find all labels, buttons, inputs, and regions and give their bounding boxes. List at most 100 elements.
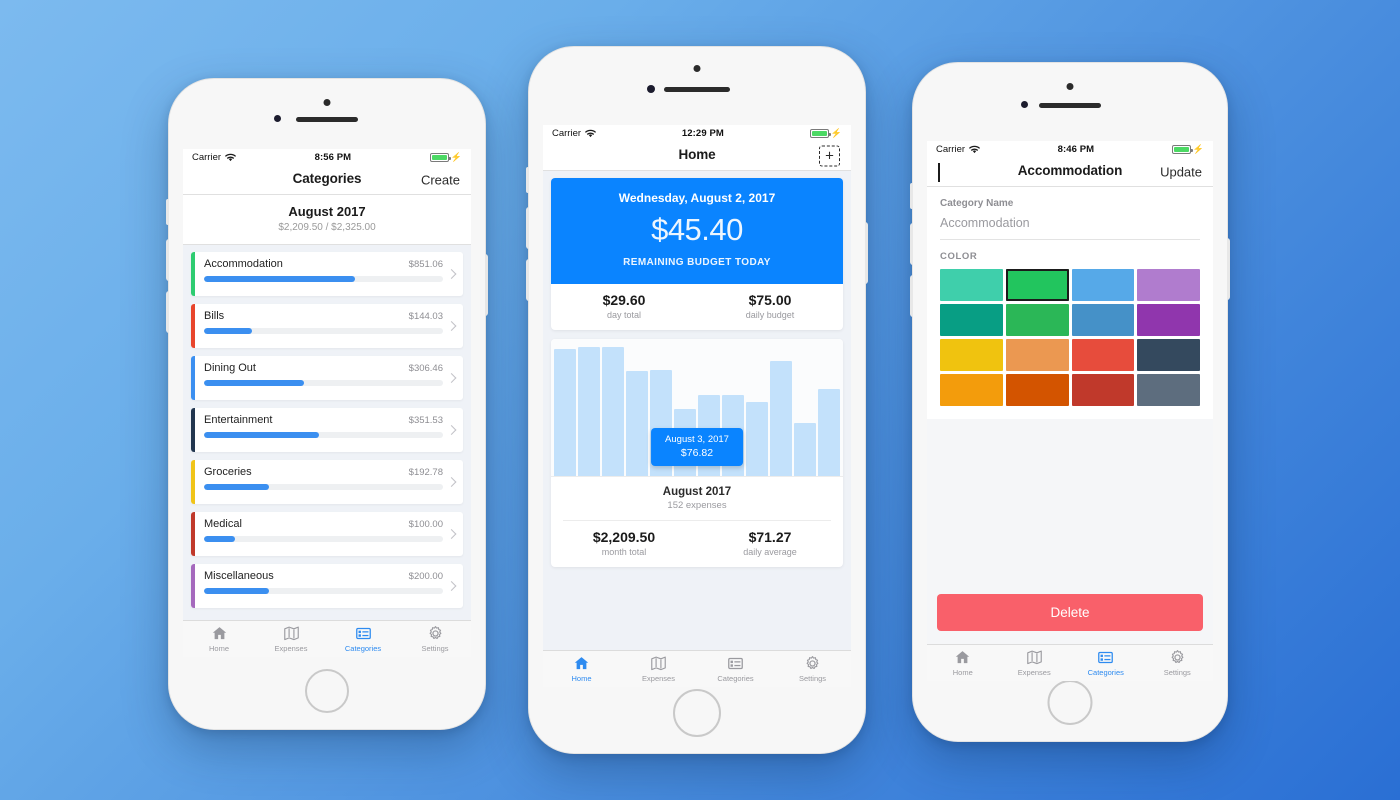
delete-button[interactable]: Delete [937,594,1203,631]
map-icon [651,656,666,671]
category-list[interactable]: Accommodation $851.06 Bills $144.03 Dini… [183,245,471,620]
category-row[interactable]: Accommodation $851.06 [191,252,463,296]
color-swatch[interactable] [1005,374,1069,406]
color-swatch[interactable] [940,374,1003,406]
create-button[interactable]: Create [421,172,460,187]
tab-home[interactable]: Home [543,655,620,683]
proximity-sensor [274,115,281,122]
tab-label: Expenses [642,674,675,683]
day-total-label: day total [606,310,642,320]
color-swatch[interactable] [940,304,1003,336]
chart-bar[interactable] [794,422,816,476]
tab-categories[interactable]: Categories [1070,649,1142,677]
category-form: Category Name Accommodation COLOR [927,187,1213,419]
home-icon [212,627,226,640]
tab-label: Categories [1087,668,1124,677]
tab-settings[interactable]: Settings [399,625,471,653]
stat-daily-budget: $75.00 daily budget [697,292,843,320]
chart-bar[interactable] [554,348,576,476]
battery-icon [1171,145,1193,154]
back-button[interactable] [938,162,940,182]
volume-up-button[interactable] [166,239,169,281]
chart-bar[interactable] [602,347,624,476]
color-swatch[interactable] [1071,339,1135,371]
add-expense-icon[interactable]: + [819,145,840,166]
update-button[interactable]: Update [1160,164,1202,179]
tab-settings[interactable]: Settings [1142,649,1214,677]
tab-categories[interactable]: Categories [327,625,399,653]
tooltip-date: August 3, 2017 [665,434,729,446]
color-swatch[interactable] [1005,304,1069,336]
expense-bar-chart[interactable]: August 3, 2017 $76.82 [551,339,843,477]
status-bar: Carrier 8:56 PM ⚡ [183,149,471,165]
tab-expenses[interactable]: Expenses [620,655,697,683]
color-swatch[interactable] [1005,339,1069,371]
tab-expenses[interactable]: Expenses [255,625,327,653]
tab-label: Settings [421,644,449,653]
color-swatch[interactable] [1137,374,1200,406]
category-row[interactable]: Entertainment $351.53 [191,408,463,452]
tab-label: Home [952,668,973,677]
tab-categories[interactable]: Categories [697,655,774,683]
category-progress-track [204,536,443,542]
tab-bar[interactable]: Home Expenses Categories Settings [543,650,851,687]
color-swatch[interactable] [940,269,1003,301]
color-swatch-grid[interactable] [940,269,1200,406]
tab-label: Categories [344,644,382,653]
tab-bar[interactable]: Home Expenses Categories Settings [927,644,1213,681]
color-swatch[interactable] [1137,339,1200,371]
color-swatch[interactable] [1137,269,1200,301]
wifi-icon [969,145,981,154]
tab-home[interactable]: Home [183,625,255,653]
home-button[interactable] [673,689,721,737]
category-row[interactable]: Dining Out $306.46 [191,356,463,400]
nav-bar: Home + [543,141,851,171]
home-button[interactable] [1047,680,1093,725]
power-button[interactable] [485,254,488,316]
category-amount: $144.03 [408,311,443,322]
category-name-input[interactable]: Accommodation [940,216,1200,240]
volume-up-button[interactable] [526,207,529,249]
delete-area: Delete [927,594,1213,644]
volume-down-button[interactable] [166,291,169,333]
color-swatch[interactable] [1005,269,1069,301]
power-button[interactable] [865,222,868,284]
category-row[interactable]: Groceries $192.78 [191,460,463,504]
tab-expenses[interactable]: Expenses [999,649,1071,677]
battery-icon [429,153,451,162]
volume-down-button[interactable] [526,259,529,301]
category-name-label: Category Name [940,198,1014,209]
category-progress-fill [204,588,269,594]
home-button[interactable] [305,669,349,713]
status-time: 8:46 PM [1057,144,1095,155]
chart-bar[interactable] [818,389,840,476]
proximity-sensor [647,85,655,93]
home-icon [956,651,970,664]
chart-bar[interactable] [578,347,600,476]
month-summary: August 2017 152 expenses [551,477,843,520]
color-swatch[interactable] [1071,269,1135,301]
stat-month-total: $2,209.50 month total [551,529,697,557]
chart-bar[interactable] [626,371,648,476]
category-row[interactable]: Medical $100.00 [191,512,463,556]
color-swatch[interactable] [1137,304,1200,336]
volume-down-button[interactable] [910,275,913,317]
chart-bar[interactable] [770,361,792,476]
category-row[interactable]: Miscellaneous $200.00 [191,564,463,608]
tab-label: Expenses [1017,668,1051,677]
battery-icon [809,129,831,138]
category-row[interactable]: Bills $144.03 [191,304,463,348]
power-button[interactable] [1227,238,1230,300]
color-swatch[interactable] [1071,304,1135,336]
tab-settings[interactable]: Settings [774,655,851,683]
tab-bar[interactable]: Home Expenses Categories Settings [183,620,471,657]
gear-icon [806,655,819,670]
status-time: 12:29 PM [681,128,724,139]
color-swatch[interactable] [940,339,1003,371]
chart-bar[interactable] [746,401,768,476]
color-swatch[interactable] [1071,374,1135,406]
tab-home[interactable]: Home [927,649,999,677]
phone-left: Carrier 8:56 PM ⚡ Categories Create Augu… [166,78,488,730]
daily-budget-value: $75.00 [748,292,792,308]
volume-up-button[interactable] [910,223,913,265]
